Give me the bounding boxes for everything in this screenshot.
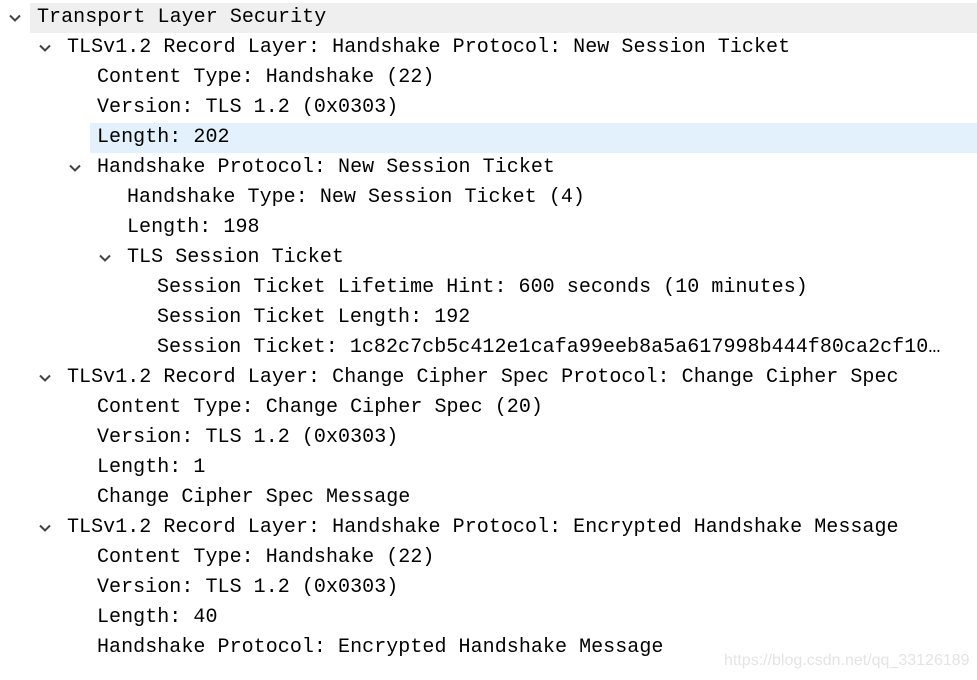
- tree-node-field[interactable]: Session Ticket Length: 192: [0, 303, 977, 333]
- packet-details-tree: Transport Layer Security TLSv1.2 Record L…: [0, 3, 977, 663]
- tree-node-label: Change Cipher Spec Message: [97, 486, 411, 509]
- tree-node-label: Handshake Protocol: New Session Ticket: [97, 156, 555, 179]
- tree-node-label: Content Type: Handshake (22): [97, 66, 435, 89]
- tree-node-field[interactable]: Length: 1: [0, 453, 977, 483]
- tree-node-expandable[interactable]: TLS Session Ticket: [0, 243, 977, 273]
- tree-node-field[interactable]: Length: 198: [0, 213, 977, 243]
- row-background: [90, 603, 977, 633]
- tree-node-field[interactable]: Content Type: Handshake (22): [0, 63, 977, 93]
- tree-node-label: Length: 40: [97, 606, 218, 629]
- chevron-down-icon[interactable]: [5, 3, 25, 33]
- tree-node-field[interactable]: Length: 202: [0, 123, 977, 153]
- chevron-down-icon[interactable]: [35, 33, 55, 63]
- row-background: [90, 453, 977, 483]
- tree-node-field[interactable]: Content Type: Change Cipher Spec (20): [0, 393, 977, 423]
- tree-node-label: Content Type: Handshake (22): [97, 546, 435, 569]
- tree-node-field[interactable]: Content Type: Handshake (22): [0, 543, 977, 573]
- tree-node-field[interactable]: Version: TLS 1.2 (0x0303): [0, 573, 977, 603]
- tree-node-label: Length: 1: [97, 456, 206, 479]
- tree-node-label: Handshake Protocol: Encrypted Handshake …: [97, 636, 664, 659]
- tree-node-label: Version: TLS 1.2 (0x0303): [97, 576, 399, 599]
- tree-node-field[interactable]: Version: TLS 1.2 (0x0303): [0, 93, 977, 123]
- tree-node-label: Transport Layer Security: [37, 6, 327, 29]
- tree-node-label: Length: 202: [97, 126, 230, 149]
- tree-node-label: Session Ticket Length: 192: [157, 306, 471, 329]
- chevron-down-icon[interactable]: [65, 153, 85, 183]
- tree-node-label: Session Ticket Lifetime Hint: 600 second…: [157, 276, 808, 299]
- tree-node-label: TLSv1.2 Record Layer: Handshake Protocol…: [67, 36, 791, 59]
- tree-node-expandable[interactable]: TLSv1.2 Record Layer: Handshake Protocol…: [0, 513, 977, 543]
- tree-node-label: TLSv1.2 Record Layer: Handshake Protocol…: [67, 516, 899, 539]
- chevron-down-icon[interactable]: [35, 363, 55, 393]
- tree-node-field[interactable]: Version: TLS 1.2 (0x0303): [0, 423, 977, 453]
- tree-node-field[interactable]: Change Cipher Spec Message: [0, 483, 977, 513]
- watermark: https://blog.csdn.net/qq_33126189: [724, 652, 970, 669]
- chevron-down-icon[interactable]: [35, 513, 55, 543]
- tree-node-field[interactable]: Length: 40: [0, 603, 977, 633]
- tree-node-label: Handshake Type: New Session Ticket (4): [127, 186, 585, 209]
- tree-node-label: TLSv1.2 Record Layer: Change Cipher Spec…: [67, 366, 899, 389]
- tree-node-label: Version: TLS 1.2 (0x0303): [97, 96, 399, 119]
- tree-node-label: Session Ticket: 1c82c7cb5c412e1cafa99eeb…: [157, 336, 941, 359]
- tree-node-expandable[interactable]: TLSv1.2 Record Layer: Handshake Protocol…: [0, 33, 977, 63]
- tree-node-field[interactable]: Handshake Type: New Session Ticket (4): [0, 183, 977, 213]
- tree-node-field[interactable]: Session Ticket: 1c82c7cb5c412e1cafa99eeb…: [0, 333, 977, 363]
- tree-node-expandable[interactable]: Transport Layer Security: [0, 3, 977, 33]
- chevron-down-icon[interactable]: [95, 243, 115, 273]
- tree-node-expandable[interactable]: TLSv1.2 Record Layer: Change Cipher Spec…: [0, 363, 977, 393]
- tree-node-label: TLS Session Ticket: [127, 246, 344, 269]
- tree-node-label: Version: TLS 1.2 (0x0303): [97, 426, 399, 449]
- tree-node-field[interactable]: Session Ticket Lifetime Hint: 600 second…: [0, 273, 977, 303]
- tree-node-label: Length: 198: [127, 216, 260, 239]
- tree-node-label: Content Type: Change Cipher Spec (20): [97, 396, 543, 419]
- tree-node-expandable[interactable]: Handshake Protocol: New Session Ticket: [0, 153, 977, 183]
